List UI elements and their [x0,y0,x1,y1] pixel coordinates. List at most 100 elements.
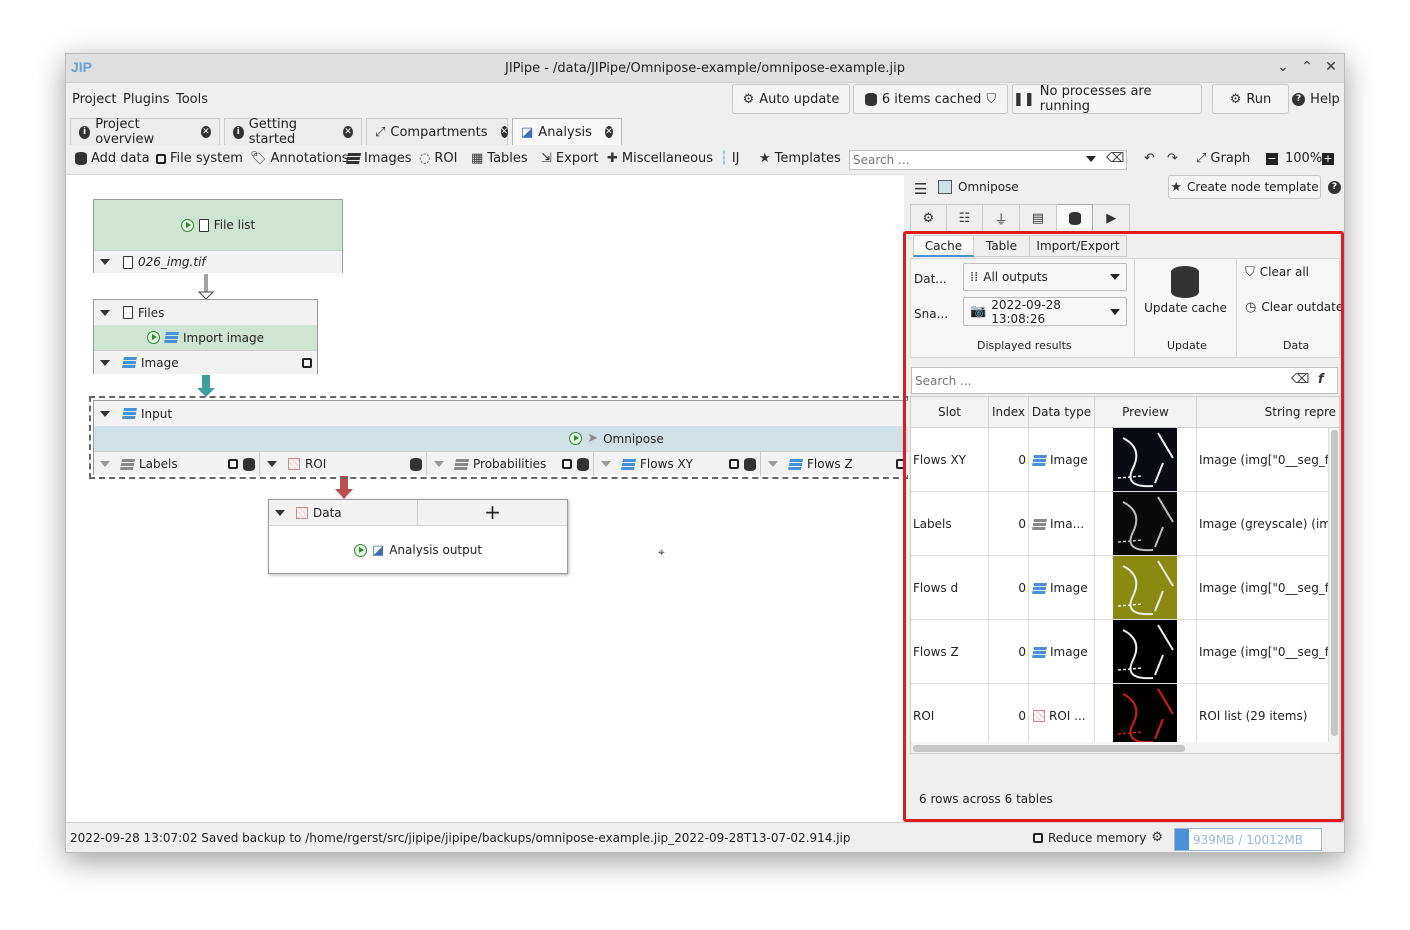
auto-update-button[interactable]: ⚙ Auto update [732,84,850,114]
tab-settings[interactable]: ⚙ [910,204,947,232]
cache-button[interactable]: 6 items cached ⛉ [853,84,1008,114]
preview-image[interactable] [1113,684,1177,747]
table-row[interactable]: Labels 0 Ima... Image (greyscale) (img[ [911,492,1329,556]
close-tab-icon[interactable]: ✕ [604,126,613,138]
graph-canvas[interactable]: File list 026_img.tif Files Import image… [66,174,910,822]
menu-tools[interactable]: Tools [176,92,208,107]
preview-image[interactable] [1113,492,1177,555]
slot-menu-icon[interactable] [100,461,110,467]
tab-parameters[interactable]: ☷ [946,204,984,232]
function-icon[interactable]: f [1318,372,1324,387]
close-tab-icon[interactable]: ✕ [200,126,212,138]
run-node-icon[interactable] [353,543,367,557]
subtab-table[interactable]: Table [974,235,1030,257]
table-row[interactable]: Flows XY 0 Image Image (img["0__seg_flo [911,428,1329,492]
add-data-button[interactable]: Add data [75,151,150,166]
snapshot-icon[interactable] [896,459,906,469]
database-icon[interactable] [577,457,589,471]
preview-image[interactable] [1113,556,1177,619]
menu-plugins[interactable]: Plugins [123,92,170,107]
slot-flows-xy[interactable]: Flows XY [595,452,761,476]
table-row[interactable]: ROI 0 ROI ... ROI list (29 items) [911,684,1329,748]
zoom-in-icon[interactable]: + [1322,153,1334,165]
graph-view-button[interactable]: ⤢ Graph [1196,151,1250,166]
scrollbar-thumb[interactable] [913,745,1185,752]
minimize-icon[interactable]: ⌄ [1274,59,1292,75]
snapshot-icon[interactable] [228,459,238,469]
tab-archive[interactable]: ▤ [1020,204,1057,232]
create-node-template-button[interactable]: ★ Create node template [1168,175,1321,199]
processes-button[interactable]: ❚❚ No processes are running [1012,84,1202,114]
close-icon[interactable]: ✕ [1322,59,1340,75]
snapshot-icon[interactable] [729,459,739,469]
images-button[interactable]: Images [346,151,412,166]
menu-project[interactable]: Project [72,92,116,107]
tab-analysis[interactable]: ◪ Analysis ✕ [512,118,622,145]
tables-button[interactable]: ▦ Tables [471,151,528,166]
annotations-button[interactable]: 🏷 Annotations [250,151,349,166]
reduce-memory-button[interactable]: Reduce memory ⚙ [1033,830,1163,845]
miscellaneous-button[interactable]: ✚ Miscellaneous [607,151,713,166]
menu-icon[interactable]: ☰ [914,180,927,198]
table-row[interactable]: Flows d 0 Image Image (img["0__seg_flo [911,556,1329,620]
maximize-icon[interactable]: ⌃ [1298,59,1316,75]
help-icon[interactable]: ? [1328,181,1341,194]
column-header-data-type[interactable]: Data type [1029,397,1095,428]
snapshot-icon[interactable] [302,357,312,368]
table-row[interactable]: Flows Z 0 Image Image (img["0__seg_flo [911,620,1329,684]
tab-compartments[interactable]: ⤢ Compartments ✕ [366,118,509,145]
slot-menu-icon[interactable] [434,461,444,467]
slot-flows-z[interactable]: Flows Z [762,452,910,476]
data-select[interactable]: ⁞⁞ All outputs [963,263,1127,291]
analysis-output-node[interactable]: Data + ◪ Analysis output [268,499,568,574]
slot-menu-icon[interactable] [267,461,277,467]
tab-slots[interactable]: ⏚ [983,204,1021,232]
database-icon[interactable] [243,457,255,471]
omnipose-node[interactable]: Input ➤ Omnipose Labels ROI Probabilities… [93,400,910,476]
clear-all-button[interactable]: ⛉ Clear all [1245,265,1309,280]
slot-menu-icon[interactable] [100,410,110,417]
slot-menu-icon[interactable] [601,461,611,467]
input-slot[interactable]: Input [94,401,909,426]
close-tab-icon[interactable]: ✕ [500,126,509,138]
tab-project-overview[interactable]: i Project overview ✕ [70,117,220,147]
input-slot[interactable]: Data [269,500,418,525]
input-slot[interactable]: Files [94,300,317,325]
preview-image[interactable] [1113,620,1177,683]
run-node-icon[interactable] [146,331,160,344]
run-button[interactable]: ⚙ Run [1212,84,1289,114]
slot-menu-icon[interactable] [275,509,285,516]
snapshot-icon[interactable] [562,459,572,469]
clear-outdated-button[interactable]: ◷ Clear outdate [1245,300,1343,315]
scrollbar-thumb[interactable] [1331,430,1338,736]
tab-getting-started[interactable]: i Getting started ✕ [224,117,362,147]
add-slot-button[interactable]: + [418,500,567,525]
file-system-button[interactable]: File system [156,151,243,166]
database-icon[interactable] [744,457,756,471]
subtab-import-export[interactable]: Import/Export [1030,235,1127,257]
column-header-slot[interactable]: Slot [911,397,989,428]
preview-image[interactable] [1113,428,1177,491]
slot-menu-icon[interactable] [768,461,778,467]
column-header-preview[interactable]: Preview [1095,397,1197,428]
slot-probabilities[interactable]: Probabilities [428,452,594,476]
templates-button[interactable]: ★ Templates [759,151,841,166]
slot-menu-icon[interactable] [100,309,110,316]
database-icon[interactable] [410,457,422,471]
tab-run[interactable]: ▶ [1093,204,1131,232]
slot-labels[interactable]: Labels [94,452,260,476]
clear-search-icon[interactable]: ⌫ [1106,151,1124,166]
export-button[interactable]: ⇲ Export [541,151,598,166]
imagej-button[interactable]: ┆ IJ [720,151,740,166]
vertical-scrollbar[interactable] [1329,428,1339,753]
slot-menu-icon[interactable] [100,359,110,366]
snapshot-select[interactable]: 📷 2022-09-28 13:08:26 [963,297,1127,326]
undo-icon[interactable]: ↶ [1144,151,1155,166]
chevron-down-icon[interactable] [1086,156,1096,162]
redo-icon[interactable]: ↷ [1167,151,1178,166]
subtab-cache[interactable]: Cache [913,235,974,257]
output-slot[interactable]: Image [94,350,317,374]
clear-search-icon[interactable]: ⌫ [1291,372,1309,387]
column-header-string[interactable]: String repre [1197,397,1339,428]
slot-roi[interactable]: ROI [261,452,427,476]
